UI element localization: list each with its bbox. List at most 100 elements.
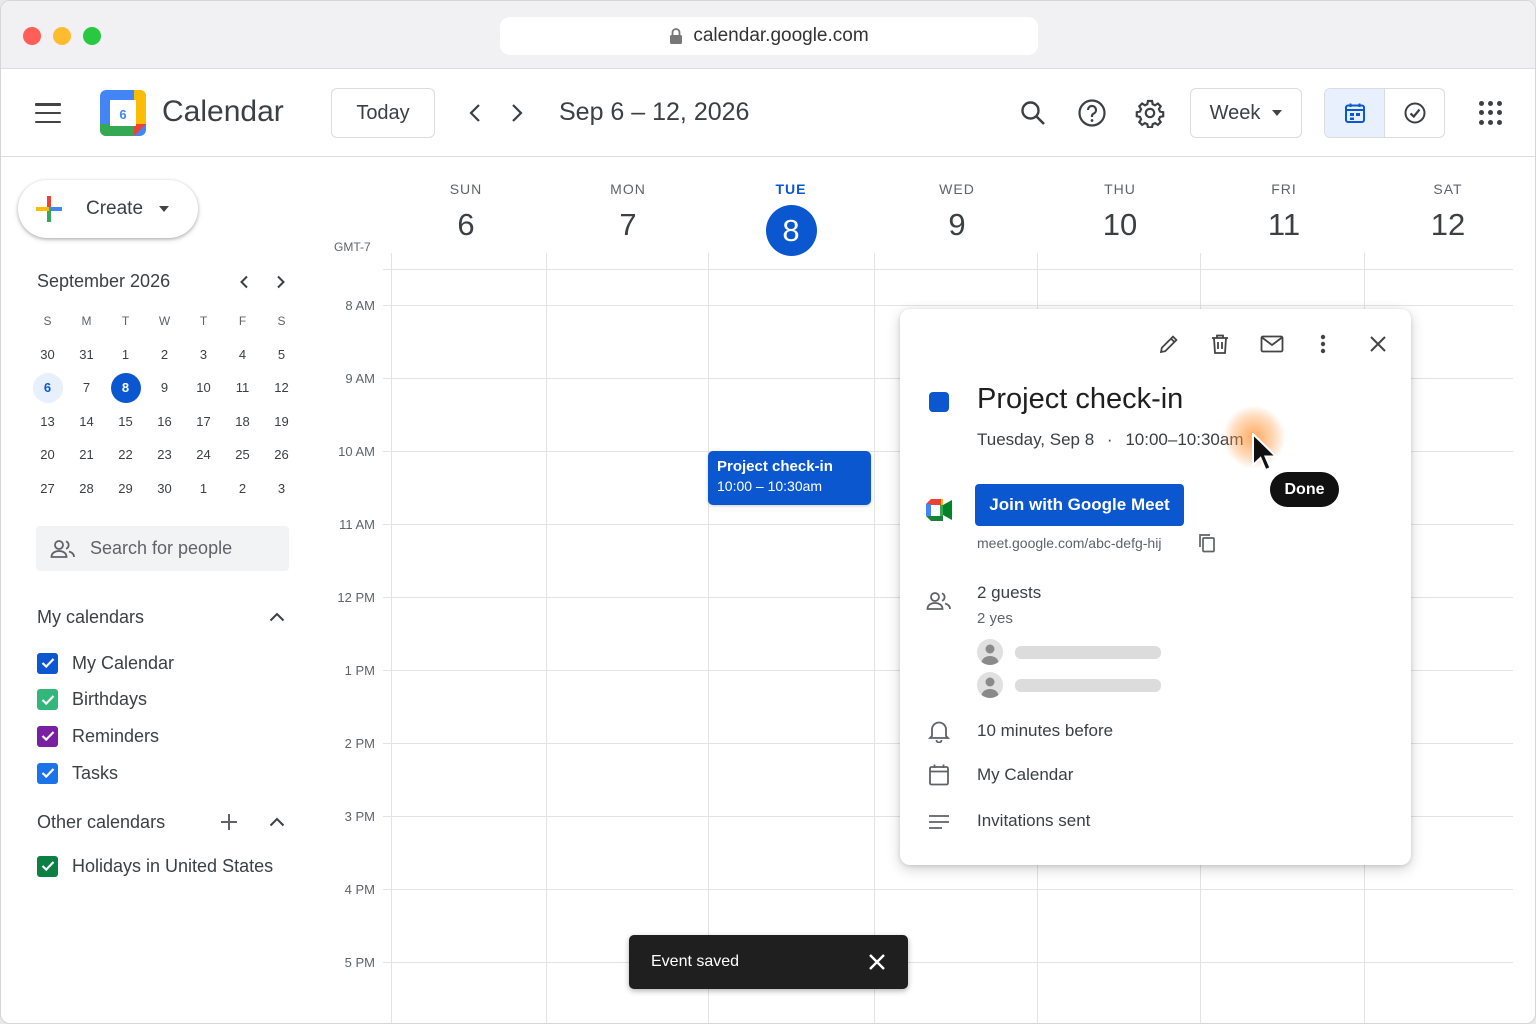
calendar-checkbox[interactable] [37, 652, 58, 674]
mini-day-number[interactable]: 8 [110, 372, 141, 403]
join-google-meet-button[interactable]: Join with Google Meet [975, 484, 1184, 526]
mini-day-number[interactable]: 29 [111, 473, 141, 503]
mini-day-number[interactable]: 22 [111, 440, 141, 470]
add-calendar-button[interactable] [218, 811, 240, 833]
mini-day-number[interactable]: 7 [72, 373, 102, 403]
mini-day-number[interactable]: 18 [228, 406, 258, 436]
more-vert-icon [1320, 334, 1326, 354]
svg-text:6: 6 [119, 107, 126, 122]
mini-day-number[interactable]: 31 [72, 339, 102, 369]
mini-day-number[interactable]: 10 [189, 373, 219, 403]
view-select[interactable]: Week [1190, 88, 1302, 138]
calendar-item[interactable]: Tasks [37, 761, 118, 785]
maximize-window-button[interactable] [83, 27, 101, 45]
meet-link[interactable]: meet.google.com/abc-defg-hij [977, 535, 1161, 551]
guest-row [977, 672, 1161, 698]
edit-event-button[interactable] [1154, 329, 1184, 359]
next-week-button[interactable] [501, 97, 533, 129]
day-of-week-label: THU [1104, 181, 1136, 197]
hour-line [383, 305, 1513, 306]
day-header[interactable]: THU 10 [1040, 181, 1200, 243]
today-button[interactable]: Today [331, 88, 435, 138]
mini-day-number[interactable]: 3 [267, 473, 297, 503]
calendar-item[interactable]: Birthdays [37, 688, 147, 712]
mini-day-number[interactable]: 20 [33, 440, 63, 470]
delete-event-button[interactable] [1205, 329, 1235, 359]
mini-day-number[interactable]: 30 [150, 473, 180, 503]
day-header[interactable]: FRI 11 [1204, 181, 1364, 243]
done-tooltip: Done [1270, 472, 1339, 507]
help-button[interactable] [1074, 95, 1110, 131]
calendar-view-button[interactable] [1325, 89, 1385, 137]
close-window-button[interactable] [23, 27, 41, 45]
collapse-my-calendars-button[interactable] [266, 606, 288, 628]
mini-day-number[interactable]: 12 [267, 373, 297, 403]
caret-down-icon [1272, 110, 1283, 116]
mini-day-number[interactable]: 5 [267, 339, 297, 369]
tasks-view-button[interactable] [1385, 89, 1444, 137]
mini-day-number[interactable]: 9 [150, 373, 180, 403]
mini-day-number[interactable]: 1 [111, 339, 141, 369]
email-guests-button[interactable] [1257, 329, 1287, 359]
close-popover-button[interactable] [1363, 329, 1393, 359]
collapse-other-calendars-button[interactable] [266, 811, 288, 833]
mini-day-number[interactable]: 24 [189, 440, 219, 470]
google-apps-icon[interactable] [1479, 101, 1503, 125]
calendar-checkbox[interactable] [37, 762, 58, 784]
mini-day-number[interactable]: 26 [267, 440, 297, 470]
calendar-checkbox[interactable] [37, 855, 58, 877]
previous-week-button[interactable] [459, 97, 491, 129]
mini-day-number[interactable]: 30 [33, 339, 63, 369]
calendar-icon [1344, 103, 1365, 123]
copy-icon[interactable] [1198, 533, 1218, 553]
day-header[interactable]: SAT 12 [1368, 181, 1528, 243]
settings-button[interactable] [1132, 95, 1168, 131]
mini-day-number[interactable]: 3 [189, 339, 219, 369]
mini-day-number[interactable]: 14 [72, 406, 102, 436]
calendar-checkbox[interactable] [37, 689, 58, 711]
calendar-event[interactable]: Project check-in 10:00 – 10:30am [708, 451, 871, 505]
people-search-input[interactable]: Search for people [36, 526, 289, 571]
more-options-button[interactable] [1308, 329, 1338, 359]
main-menu-icon[interactable] [35, 103, 61, 123]
mini-day-number[interactable]: 23 [150, 440, 180, 470]
create-button[interactable]: Create [18, 180, 198, 238]
calendar-item[interactable]: My Calendar [37, 651, 174, 675]
mini-day-number[interactable]: 21 [72, 440, 102, 470]
lock-icon [670, 27, 683, 44]
mini-day-number[interactable]: 19 [267, 406, 297, 436]
day-header[interactable]: WED 9 [877, 181, 1037, 243]
day-header[interactable]: SUN 6 [386, 181, 546, 243]
search-button[interactable] [1015, 95, 1051, 131]
address-bar[interactable]: calendar.google.com [500, 17, 1038, 55]
hour-label: 5 PM [344, 955, 375, 970]
mini-prev-month-button[interactable] [233, 271, 255, 293]
mini-day-number[interactable]: 13 [33, 406, 63, 436]
mini-day-cell: 3 [184, 339, 223, 369]
mini-day-number[interactable]: 11 [228, 373, 258, 403]
mini-day-number[interactable]: 2 [150, 339, 180, 369]
calendar-item[interactable]: Reminders [37, 724, 159, 748]
day-header[interactable]: TUE 8 [711, 181, 871, 256]
guests-count[interactable]: 2 guests [977, 583, 1041, 603]
mini-day-number[interactable]: 16 [150, 406, 180, 436]
mini-day-number[interactable]: 27 [33, 473, 63, 503]
mini-weekday-label: M [81, 313, 92, 328]
mini-day-number[interactable]: 25 [228, 440, 258, 470]
mini-next-month-button[interactable] [270, 271, 292, 293]
mini-day-number[interactable]: 15 [111, 406, 141, 436]
calendar-item[interactable]: Holidays in United States [37, 854, 273, 878]
calendar-checkbox[interactable] [37, 725, 58, 747]
chevron-left-icon [240, 275, 248, 289]
mini-day-number[interactable]: 4 [228, 339, 258, 369]
dismiss-snackbar-button[interactable] [866, 951, 888, 973]
mini-day-number[interactable]: 17 [189, 406, 219, 436]
day-header[interactable]: MON 7 [548, 181, 708, 243]
mini-day-number[interactable]: 28 [72, 473, 102, 503]
mini-day-number[interactable]: 6 [32, 372, 63, 403]
mini-day-number[interactable]: 2 [228, 473, 258, 503]
mouse-pointer-icon [1251, 431, 1279, 473]
help-icon [1078, 99, 1106, 127]
minimize-window-button[interactable] [53, 27, 71, 45]
mini-day-number[interactable]: 1 [189, 473, 219, 503]
